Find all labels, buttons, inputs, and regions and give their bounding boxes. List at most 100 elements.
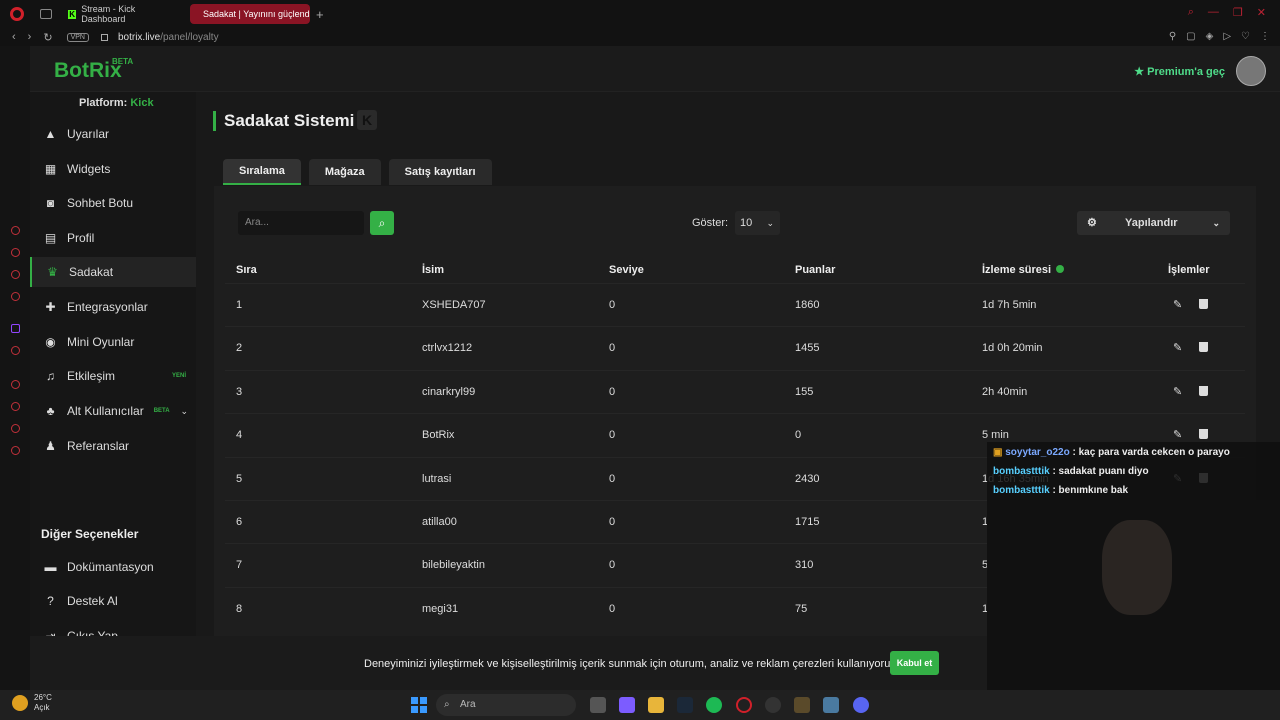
chat-username: bombastttik [993,466,1050,477]
sidebar-item-referanslar[interactable]: ♟ Referanslar [30,431,196,461]
sidebar-item-uyarilar[interactable]: ▲ Uyarılar [30,119,196,149]
steam-icon[interactable] [677,697,693,713]
platform-indicator: Platform: Kick [79,97,154,109]
sidebar-item-profil[interactable]: ▤ Profil [30,223,196,253]
delete-icon[interactable] [1199,299,1208,309]
obs-icon[interactable] [765,697,781,713]
premium-link[interactable]: ★ Premium'a geç [1134,65,1225,78]
maximize-icon[interactable]: ❐ [1233,6,1243,19]
reload-icon[interactable]: ↻ [43,31,52,44]
tab-magaza[interactable]: Mağaza [308,159,381,185]
search-input[interactable]: Ara... [238,211,364,235]
chat-username: soyytar_o22o [1005,447,1070,458]
sidebar-item-mini-oyunlar[interactable]: ◉ Mini Oyunlar [30,327,196,357]
delete-icon[interactable] [1199,385,1208,396]
forward-icon[interactable]: › [28,31,32,43]
sidebar-item-destek[interactable]: ? Destek Al [30,586,196,616]
discord-icon[interactable] [853,697,869,713]
weather-widget[interactable]: 26°C Açık [34,693,52,713]
tab-satis-kayitlari[interactable]: Satış kayıtları [388,159,492,185]
puzzle-icon: ✚ [45,299,56,314]
search-button[interactable]: ⌕ [370,211,394,235]
cell-points: 75 [795,602,808,615]
edit-icon[interactable]: ✎ [1173,341,1182,354]
page-size-select[interactable]: 10 ⌄ [735,211,780,235]
sidebar-app-icon[interactable] [11,346,20,355]
spotify-icon[interactable] [706,697,722,713]
sidebar-item-label: Dokümantasyon [67,560,154,574]
lock-icon[interactable] [100,33,108,41]
weather-icon[interactable] [12,695,28,711]
cell-rank: 6 [236,516,243,528]
copilot-icon[interactable] [619,697,635,713]
url-field[interactable]: botrix.live/panel/loyalty [118,32,219,43]
pin-icon[interactable]: ⚲ [1169,31,1176,42]
page-size-value: 10 [740,217,753,229]
sidebar-item-sohbet-botu[interactable]: ◙ Sohbet Botu [30,188,196,218]
app-icon[interactable] [794,697,810,713]
column-header-watch[interactable]: İzleme süresi [982,264,1065,276]
aria-icon[interactable] [11,226,20,235]
history-icon[interactable] [11,402,20,411]
close-icon[interactable]: ✕ [1257,6,1266,19]
info-icon[interactable] [1056,265,1065,273]
heart-icon[interactable]: ♡ [1241,31,1250,42]
sidebar-item-entegrasyonlar[interactable]: ✚ Entegrasyonlar [30,292,196,322]
settings-icon[interactable] [11,446,20,455]
cell-watch: 5 min [982,429,1009,442]
browser-tab-botrix[interactable]: Sadakat | Yayınını güçlendi [190,4,310,24]
tab-island-icon[interactable] [40,9,52,19]
player-icon[interactable]: ▷ [1223,31,1231,42]
edit-icon[interactable]: ✎ [1173,298,1182,311]
botrix-favicon-icon [194,10,202,18]
new-tab-icon[interactable]: + [316,7,324,22]
windows-start-icon[interactable] [411,697,427,713]
delete-icon[interactable] [1199,342,1208,353]
sidebar-item-sadakat[interactable]: ♛ Sadakat [30,257,196,287]
snapshot-icon[interactable]: ▢ [1186,31,1195,42]
opera-logo-icon[interactable] [10,7,24,21]
accept-cookies-button[interactable]: Kabul et [890,651,939,675]
chevron-down-icon[interactable]: ⌄ [180,406,188,417]
cell-points: 1860 [795,299,820,311]
task-view-icon[interactable] [590,697,606,713]
shield-icon[interactable]: ◈ [1206,31,1214,42]
column-header[interactable]: Puanlar [795,264,835,276]
chat-message: bombastttik : sadakat puanı diyo [993,466,1149,477]
minimize-icon[interactable]: — [1208,6,1219,19]
browser-tab-kick[interactable]: K Stream - Kick Dashboard [60,4,182,24]
cell-watch: 2h 40min [982,385,1028,398]
app-icon[interactable] [823,697,839,713]
taskbar-search[interactable]: ⌕ Ara [436,694,576,716]
address-bar: ‹ › ↻ VPN botrix.live/panel/loyalty [0,28,1280,46]
file-explorer-icon[interactable] [648,697,664,713]
configure-button[interactable]: ⚙ Yapılandır ⌄ [1077,211,1230,235]
tab-title: Sadakat | Yayınını güçlendi [203,9,310,19]
sidebar-app-icon[interactable] [11,270,20,279]
avatar[interactable] [1236,56,1266,86]
opera-taskbar-icon[interactable] [736,697,752,713]
delete-icon[interactable] [1199,429,1208,440]
sidebar-item-widgets[interactable]: ▦ Widgets [30,154,196,184]
player-sidebar-icon[interactable] [11,380,20,389]
sidebar-app-icon[interactable] [11,292,20,301]
search-tabs-icon[interactable]: ⌕ [1188,6,1194,19]
messenger-icon[interactable] [11,424,20,433]
edit-icon[interactable]: ✎ [1173,385,1182,398]
vpn-badge[interactable]: VPN [66,32,89,42]
edit-icon[interactable]: ✎ [1173,428,1182,441]
menu-icon[interactable]: ⋮ [1260,31,1270,42]
sidebar-item-alt-kullanicilar[interactable]: ♣ Alt Kullanıcılar BETA ⌄ [30,396,196,426]
tab-siralama[interactable]: Sıralama [223,159,301,185]
column-header[interactable]: İsim [422,264,444,276]
cell-rank: 2 [236,342,243,355]
sidebar-item-etkilesim[interactable]: ♫ Etkileşim YENİ [30,361,196,391]
column-header[interactable]: Sıra [236,264,257,276]
back-icon[interactable]: ‹ [12,31,16,43]
taskbar-search-label: Ara [460,699,476,710]
cell-name: bilebileyaktin [422,559,485,572]
sidebar-item-dokumantasyon[interactable]: ▬ Dokümantasyon [30,552,196,582]
twitch-icon[interactable] [11,324,20,333]
sidebar-app-icon[interactable] [11,248,20,257]
column-header[interactable]: Seviye [609,264,644,276]
